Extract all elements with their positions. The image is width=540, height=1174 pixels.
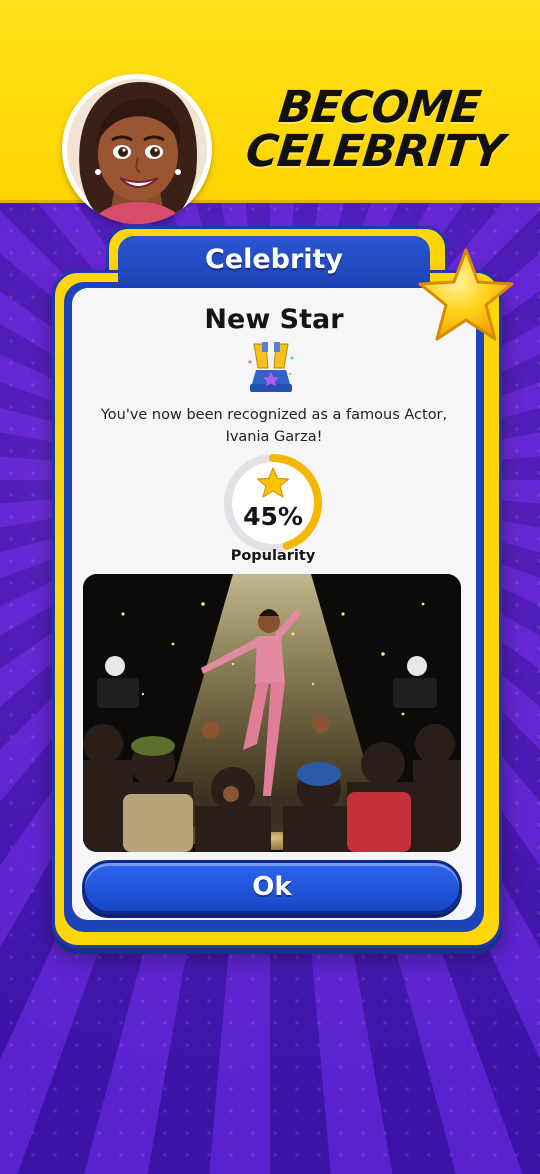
header-title-line2: CELEBRITY bbox=[243, 126, 506, 177]
ok-button[interactable]: Ok bbox=[82, 860, 462, 914]
dialog-title: New Star bbox=[204, 304, 344, 335]
celebrity-scene-image bbox=[83, 574, 461, 852]
avatar-portrait bbox=[67, 79, 207, 224]
popularity-label: Popularity bbox=[230, 548, 316, 564]
header-title-line1: BECOME bbox=[276, 82, 483, 133]
scene-illustration bbox=[83, 574, 461, 852]
dialog-message: You've now been recognized as a famous A… bbox=[100, 407, 448, 445]
trophy-icon bbox=[248, 342, 294, 392]
avatar bbox=[62, 74, 212, 224]
popularity-value: 45% bbox=[243, 502, 303, 531]
header-title: BECOME CELEBRITY bbox=[227, 82, 526, 177]
dialog-tab-title: Celebrity bbox=[204, 244, 344, 275]
